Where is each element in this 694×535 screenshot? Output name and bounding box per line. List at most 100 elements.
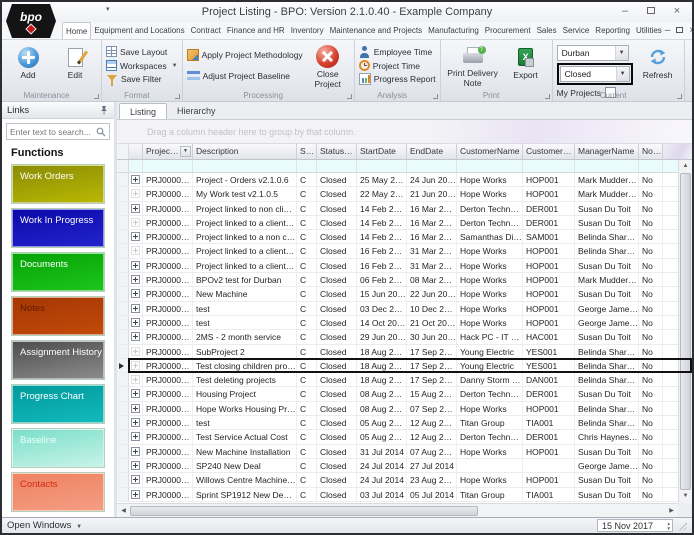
column-header[interactable]: CustomerCode <box>523 144 575 159</box>
expand-toggle[interactable] <box>129 202 143 215</box>
ribbon-tab[interactable]: Manufacturing <box>425 22 482 39</box>
open-windows-button[interactable]: Open Windows ▼ <box>7 520 82 531</box>
column-header[interactable]: StartDate <box>357 144 407 159</box>
table-row[interactable]: PRJ0000162 New Machine C Closed 15 Jun 2… <box>117 287 692 301</box>
pin-icon[interactable] <box>99 105 109 115</box>
table-row[interactable]: PRJ0000127 2MS - 2 month service C Close… <box>117 330 692 344</box>
expand-toggle[interactable] <box>129 330 143 343</box>
column-header[interactable]: EndDate <box>407 144 457 159</box>
table-row[interactable]: PRJ0000167 BPOv2 test for Durban C Close… <box>117 273 692 287</box>
table-row[interactable]: PRJ0000081 SubProject 2 C Closed 18 Aug … <box>117 345 692 359</box>
date-spinner[interactable]: ▲▼ <box>667 521 672 531</box>
table-row[interactable]: PRJ0000173 Project linked to non client … <box>117 202 692 216</box>
adjust-project-baseline-button[interactable]: Adjust Project Baseline <box>187 69 303 83</box>
ribbon-tab[interactable]: Service <box>560 22 593 39</box>
column-header[interactable]: Notify <box>639 144 663 159</box>
expand-toggle[interactable] <box>129 488 143 501</box>
column-header[interactable]: ▼ProjectRef <box>143 144 193 159</box>
expand-toggle[interactable] <box>129 373 143 386</box>
table-row[interactable]: PRJ0000072 Hope Works Housing Project C … <box>117 402 692 416</box>
scroll-left-icon[interactable]: ◀ <box>117 507 130 514</box>
branch-select[interactable]: Durban ▼ <box>557 45 629 61</box>
ribbon-tab[interactable]: Finance and HR <box>224 22 288 39</box>
table-row[interactable]: PRJ0000248 Project - Orders v2.1.0.6 C C… <box>117 173 692 187</box>
refresh-button[interactable]: Refresh <box>636 43 680 88</box>
project-time-button[interactable]: Project Time <box>359 59 436 73</box>
expand-toggle[interactable] <box>129 244 143 257</box>
filter-cell[interactable] <box>457 160 523 172</box>
search-icon[interactable] <box>96 127 106 137</box>
add-button[interactable]: Add <box>6 43 50 88</box>
scroll-up-icon[interactable]: ▲ <box>679 160 692 173</box>
ribbon-tab[interactable]: Equipment and Locations <box>91 22 187 39</box>
expand-toggle[interactable] <box>129 230 143 243</box>
ribbon-tab[interactable]: Procurement <box>482 22 534 39</box>
ribbon-tab[interactable]: Maintenance and Projects <box>327 22 426 39</box>
table-row[interactable]: PRJ0000065 Sprint SP1912 New Deal Sale C… <box>117 488 692 502</box>
mdi-restore-button[interactable] <box>676 23 683 39</box>
dialog-launcher-icon[interactable] <box>433 94 438 99</box>
grid-view-tab[interactable]: Listing <box>119 103 167 119</box>
ribbon-tab[interactable]: Utilities <box>633 22 665 39</box>
filter-cell[interactable] <box>575 160 639 172</box>
vertical-scroll-thumb[interactable] <box>680 173 691 490</box>
function-link-button[interactable]: Documents <box>12 253 104 291</box>
table-row[interactable]: PRJ0000067 SP240 New Deal C Closed 24 Ju… <box>117 459 692 473</box>
function-link-button[interactable]: Notes <box>12 297 104 335</box>
expand-toggle[interactable] <box>129 345 143 358</box>
print-delivery-note-button[interactable]: ? Print Delivery Note <box>445 43 501 88</box>
table-row[interactable]: PRJ0000070 test C Closed 05 Aug 2014 12 … <box>117 416 692 430</box>
filter-cell[interactable] <box>317 160 357 172</box>
mdi-minimize-button[interactable]: – <box>665 23 671 39</box>
ribbon-tab[interactable]: Reporting <box>592 22 633 39</box>
expand-toggle[interactable] <box>129 259 143 272</box>
table-row[interactable]: PRJ0000068 New Machine Installation C Cl… <box>117 445 692 459</box>
function-link-button[interactable]: Work Orders <box>12 165 104 203</box>
workspaces-button[interactable]: Workspaces ▼ <box>106 59 178 73</box>
dialog-launcher-icon[interactable] <box>175 94 180 99</box>
table-row[interactable]: PRJ0000136 test C Closed 14 Oct 2015 21 … <box>117 316 692 330</box>
column-header[interactable]: CustomerName <box>457 144 523 159</box>
scroll-down-icon[interactable]: ▼ <box>679 490 692 503</box>
expand-toggle[interactable] <box>129 473 143 486</box>
expand-toggle[interactable] <box>129 302 143 315</box>
table-row[interactable]: PRJ0000069 Test Service Actual Cost C Cl… <box>117 430 692 444</box>
expand-toggle[interactable] <box>129 273 143 286</box>
table-row[interactable]: PRJ0000171 Project linked to a client as… <box>117 216 692 230</box>
table-row[interactable]: PRJ0000066 Willows Centre Machine Servic… <box>117 473 692 487</box>
filter-cell[interactable] <box>523 160 575 172</box>
ribbon-tab[interactable]: Home <box>62 22 91 39</box>
column-header[interactable]: ManagerName <box>575 144 639 159</box>
expand-toggle[interactable] <box>129 359 143 372</box>
expand-toggle[interactable] <box>129 287 143 300</box>
column-header[interactable]: Description <box>193 144 297 159</box>
export-button[interactable]: X Export <box>504 43 548 88</box>
expand-toggle[interactable] <box>129 416 143 429</box>
filter-cell[interactable] <box>143 160 193 172</box>
quick-access-caret-icon[interactable]: ▾ <box>106 5 110 13</box>
filter-cell[interactable] <box>639 160 663 172</box>
close-project-button[interactable]: Close Project <box>306 43 350 88</box>
function-link-button[interactable]: Contacts <box>12 473 104 511</box>
edit-button[interactable]: Edit <box>53 43 97 88</box>
table-row[interactable]: PRJ0000076 Test deleting projects C Clos… <box>117 373 692 387</box>
table-row[interactable]: PRJ0000170 Project linked to a non custo… <box>117 230 692 244</box>
table-row[interactable]: PRJ0000153 test C Closed 03 Dec 2015 10 … <box>117 302 692 316</box>
dialog-launcher-icon[interactable] <box>677 94 682 99</box>
column-header[interactable]: StatusDesc <box>317 144 357 159</box>
filter-cell[interactable] <box>357 160 407 172</box>
save-layout-button[interactable]: Save Layout <box>106 45 178 59</box>
reports-button[interactable]: Reports ▼ <box>689 43 692 88</box>
expand-toggle[interactable] <box>129 173 143 186</box>
ribbon-tab[interactable]: Inventory <box>288 22 327 39</box>
table-row[interactable]: PRJ0000168 Project linked to a client lo… <box>117 259 692 273</box>
save-filter-button[interactable]: Save Filter <box>106 72 178 86</box>
horizontal-scroll-thumb[interactable] <box>130 506 478 516</box>
progress-report-button[interactable]: Progress Report <box>359 72 436 86</box>
search-input[interactable] <box>10 127 96 137</box>
function-link-button[interactable]: Work In Progress <box>12 209 104 247</box>
expand-toggle[interactable] <box>129 445 143 458</box>
dialog-launcher-icon[interactable] <box>347 94 352 99</box>
table-row[interactable]: PRJ0000169 Project linked to a client lo… <box>117 244 692 258</box>
expand-toggle[interactable] <box>129 387 143 400</box>
